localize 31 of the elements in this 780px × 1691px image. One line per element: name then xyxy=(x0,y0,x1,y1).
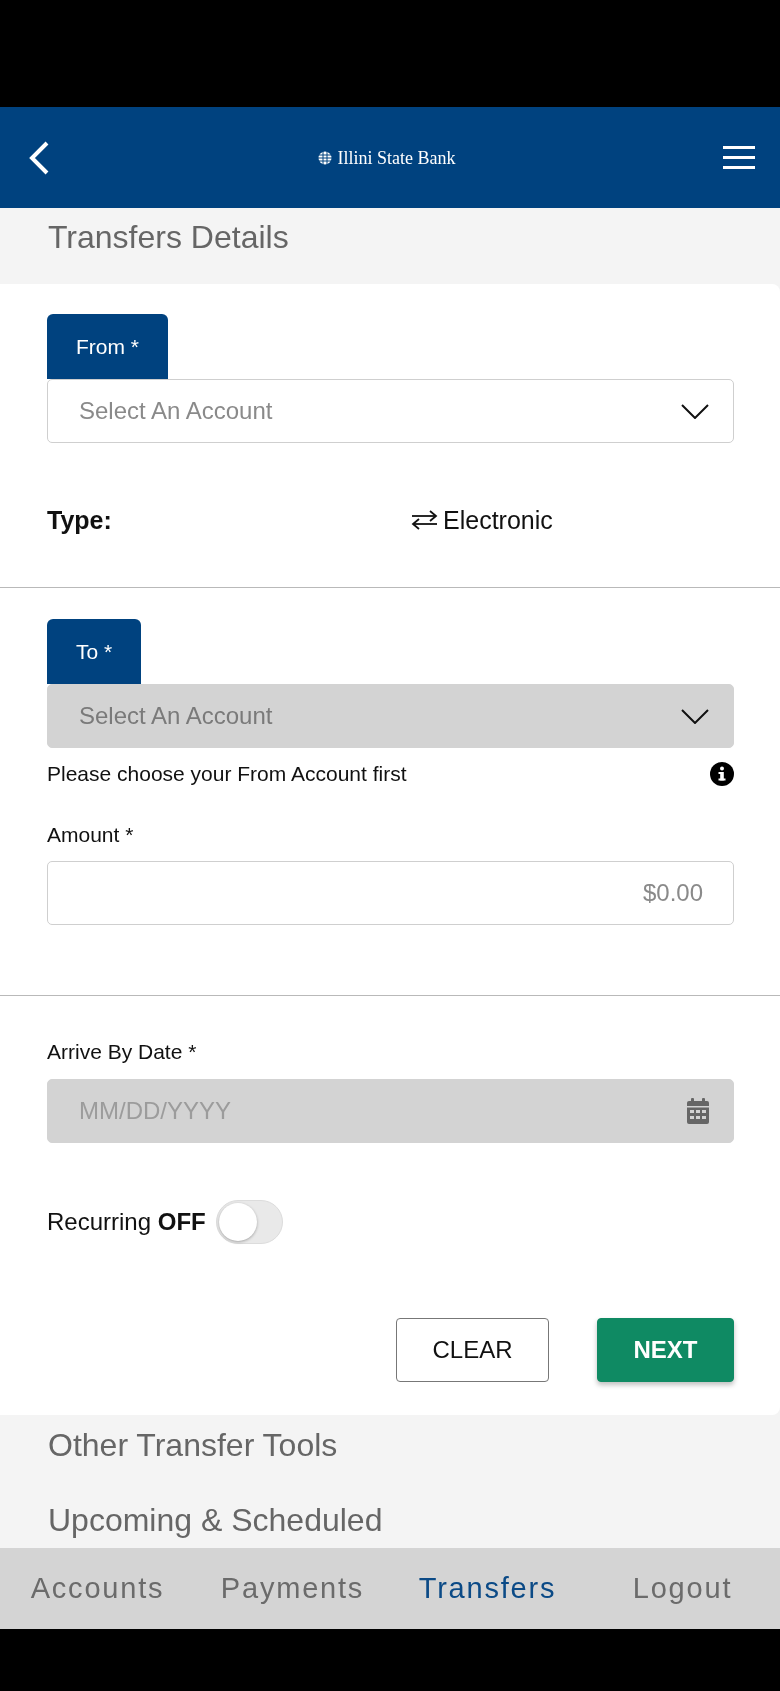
bottom-nav-tab[interactable]: Logout xyxy=(585,1566,780,1611)
amount-field[interactable]: $0.00 xyxy=(47,861,734,925)
bottom-nav-tab[interactable]: Transfers xyxy=(390,1566,585,1611)
swap-arrows-icon xyxy=(411,510,438,530)
calendar-icon xyxy=(687,1098,709,1124)
from-account-select[interactable]: Select An Account xyxy=(47,379,734,443)
page-title: Transfers Details xyxy=(48,219,289,255)
chevron-down-icon xyxy=(681,403,709,419)
menu-button[interactable] xyxy=(723,146,755,169)
recurring-label: Recurring OFF xyxy=(47,1207,206,1237)
arrive-by-date-label: Arrive By Date * xyxy=(47,1039,197,1065)
next-button[interactable]: NEXT xyxy=(597,1318,734,1382)
chevron-left-icon xyxy=(28,140,50,175)
info-icon xyxy=(710,762,734,786)
recurring-toggle[interactable] xyxy=(215,1200,283,1244)
from-label: From * xyxy=(47,314,168,379)
back-button[interactable] xyxy=(28,140,50,175)
transfer-type-value: Electronic xyxy=(443,505,553,535)
clear-button[interactable]: CLEAR xyxy=(396,1318,549,1382)
striped-globe-icon xyxy=(317,150,332,165)
type-label: Type: xyxy=(47,505,113,535)
bottom-nav-tab[interactable]: Payments xyxy=(195,1566,390,1611)
to-label: To * xyxy=(47,619,142,684)
section-link[interactable]: Upcoming & Scheduled xyxy=(48,1500,383,1540)
chevron-down-icon xyxy=(681,708,709,724)
bottom-nav-tab[interactable]: Accounts xyxy=(0,1566,195,1611)
section-link[interactable]: Other Transfer Tools xyxy=(48,1425,338,1465)
menu-icon xyxy=(723,146,755,169)
help-text: Please choose your From Account first xyxy=(47,761,407,787)
amount-label: Amount * xyxy=(47,822,134,848)
bank-name: Illini State Bank xyxy=(337,146,456,169)
